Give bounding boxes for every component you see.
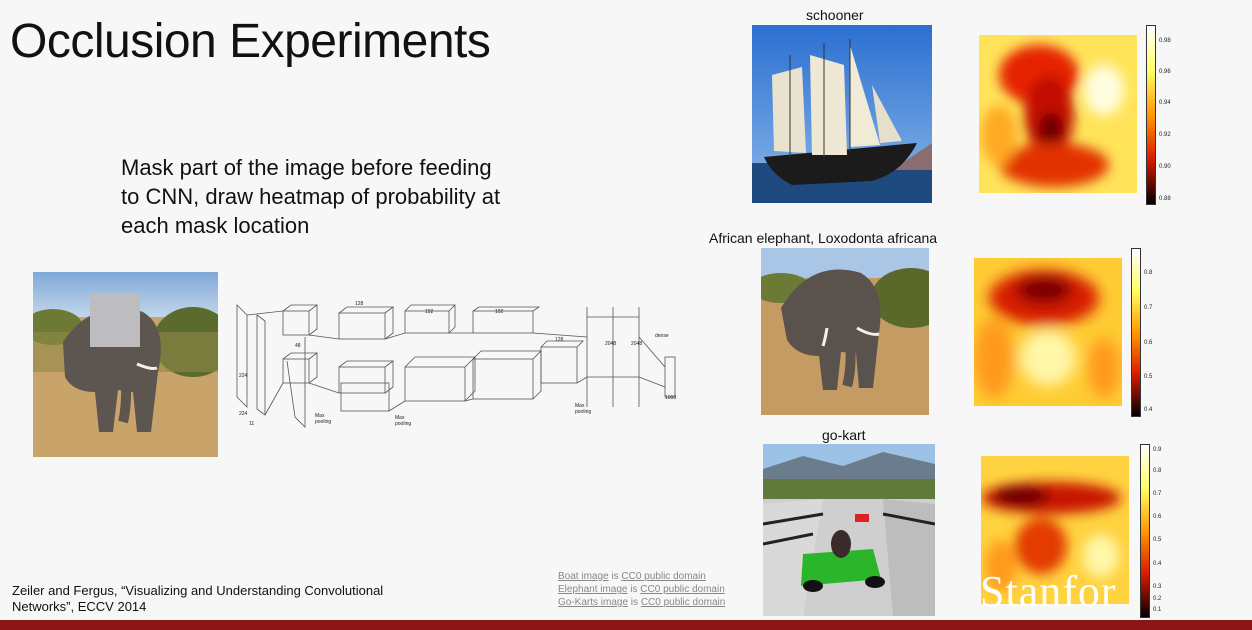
license-link[interactable]: CC0 public domain [641, 597, 726, 608]
colorbar-tick: 0.5 [1153, 537, 1162, 543]
credit-line: Boat image is CC0 public domain [558, 571, 706, 582]
diagram-label: pooling [315, 419, 331, 425]
colorbar-tick: 0.5 [1144, 374, 1153, 380]
colorbar-tick: 0.1 [1153, 607, 1162, 613]
diagram-label: 128 [355, 301, 364, 307]
footer-bar [0, 620, 1252, 630]
colorbar-tick: 0.2 [1153, 596, 1162, 602]
colorbar-tick: 0.96 [1159, 69, 1171, 75]
diagram-label: dense [655, 333, 669, 339]
image-credits: Boat image is CC0 public domain Elephant… [558, 570, 725, 609]
go-kart-colorbar [1140, 444, 1150, 618]
diagram-label: 1000 [665, 395, 676, 401]
diagram-label: 224 [239, 373, 248, 379]
diagram-label: 192 [425, 309, 434, 315]
slide-title: Occlusion Experiments [10, 15, 491, 68]
colorbar-tick: 0.9 [1153, 447, 1162, 453]
colorbar-tick: 0.6 [1144, 340, 1153, 346]
colorbar-tick: 0.6 [1153, 514, 1162, 520]
credit-link[interactable]: Go-Karts image [558, 597, 628, 608]
example-label-go-kart: go-kart [822, 427, 866, 443]
credit-line: Elephant image is CC0 public domain [558, 584, 725, 595]
schooner-image [752, 25, 932, 203]
credit-link[interactable]: Boat image [558, 571, 609, 582]
go-kart-image [763, 444, 935, 616]
colorbar-tick: 0.8 [1153, 468, 1162, 474]
network-diagram: 224 224 11 48 128 192 192 128 2048 2048 … [235, 297, 685, 439]
diagram-label: pooling [575, 409, 591, 415]
colorbar-tick: 0.92 [1159, 132, 1171, 138]
colorbar-tick: 0.7 [1153, 491, 1162, 497]
colorbar-tick: 0.4 [1144, 407, 1153, 413]
license-link[interactable]: CC0 public domain [621, 571, 706, 582]
example-label-schooner: schooner [806, 7, 864, 23]
colorbar-tick: 0.7 [1144, 305, 1153, 311]
colorbar-tick: 0.98 [1159, 38, 1171, 44]
diagram-label: 192 [495, 309, 504, 315]
colorbar-tick: 0.8 [1144, 270, 1153, 276]
elephant-heatmap [974, 258, 1122, 406]
colorbar-tick: 0.3 [1153, 584, 1162, 590]
credit-link[interactable]: Elephant image [558, 584, 628, 595]
elephant-colorbar [1131, 248, 1141, 417]
elephant-image [761, 248, 929, 415]
diagram-label: 11 [249, 421, 254, 427]
stanford-watermark: Stanfor [980, 567, 1117, 616]
schooner-colorbar [1146, 25, 1156, 205]
diagram-label: pooling [395, 421, 411, 427]
diagram-label: 2048 [631, 341, 642, 347]
schooner-heatmap [979, 35, 1137, 193]
diagram-label: 128 [555, 337, 564, 343]
colorbar-tick: 0.90 [1159, 164, 1171, 170]
example-label-elephant: African elephant, Loxodonta africana [709, 230, 938, 246]
diagram-label: 2048 [605, 341, 616, 347]
occluded-elephant-image [33, 272, 218, 457]
colorbar-tick: 0.88 [1159, 196, 1171, 202]
diagram-label: 48 [295, 343, 301, 349]
diagram-label: 224 [239, 411, 248, 417]
citation: Zeiler and Fergus, “Visualizing and Unde… [12, 583, 384, 614]
colorbar-tick: 0.4 [1153, 561, 1162, 567]
slide-description: Mask part of the image before feeding to… [121, 155, 501, 238]
credit-line: Go-Karts image is CC0 public domain [558, 597, 726, 608]
colorbar-tick: 0.94 [1159, 100, 1171, 106]
license-link[interactable]: CC0 public domain [640, 584, 725, 595]
